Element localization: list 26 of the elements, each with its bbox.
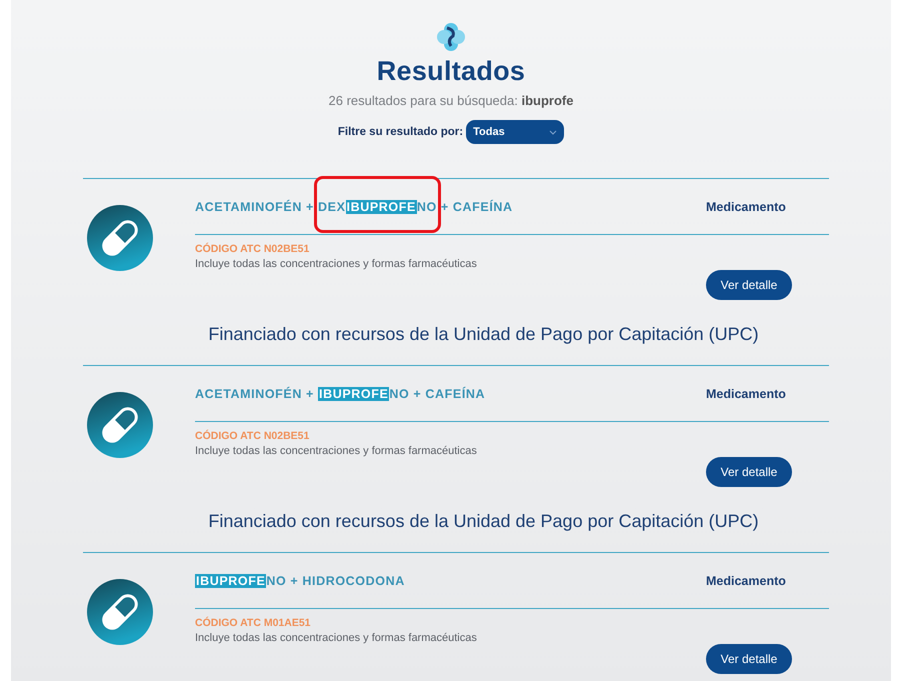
chevron-icon	[549, 130, 558, 134]
drug-name: IBUPROFENO + HIDROCODONA	[195, 572, 406, 590]
results-summary: 26 resultados para su búsqueda: ibuprofe	[328, 93, 574, 108]
logo-icon	[436, 22, 466, 52]
product-type: Medicamento	[706, 386, 787, 402]
funding-note: Financiado con recursos de la Unidad de Pago por Capitación (UPC)	[207, 323, 760, 346]
page-title: Resultados	[376, 56, 526, 87]
drug-name: ACETAMINOFÉN + IBUPROFENO + CAFEÍNA	[195, 386, 486, 402]
detail-button[interactable]: Ver detalle	[706, 457, 792, 487]
atc-code: CÓDIGO ATC N02BE51	[195, 243, 310, 255]
product-type: Medicamento	[706, 198, 787, 216]
detail-button[interactable]: Ver detalle	[706, 270, 792, 300]
filter-dropdown[interactable]: Todas	[466, 120, 564, 144]
description: Incluye todas las concentraciones y formas farmacéuticas	[195, 258, 478, 270]
description: Incluye todas las concentraciones y formas farmacéuticas	[195, 445, 478, 457]
drug-name: ACETAMINOFÉN + DEXIBUPROFENO + CAFEÍNA	[195, 179, 706, 234]
product-type: Medicamento	[706, 572, 787, 590]
capsule-icon	[87, 392, 153, 458]
funding-note: Financiado con recursos de la Unidad de Pago por Capitación (UPC)	[207, 510, 760, 533]
capsule-icon	[87, 205, 153, 271]
detail-button[interactable]: Ver detalle	[706, 644, 792, 674]
atc-code: CÓDIGO ATC N02BE51	[195, 430, 310, 442]
atc-code: CÓDIGO ATC M01AE51	[195, 617, 312, 629]
description: Incluye todas las concentraciones y formas farmacéuticas	[195, 632, 478, 644]
filter-label: Filtre su resultado por:	[338, 126, 464, 138]
capsule-icon	[87, 579, 153, 645]
